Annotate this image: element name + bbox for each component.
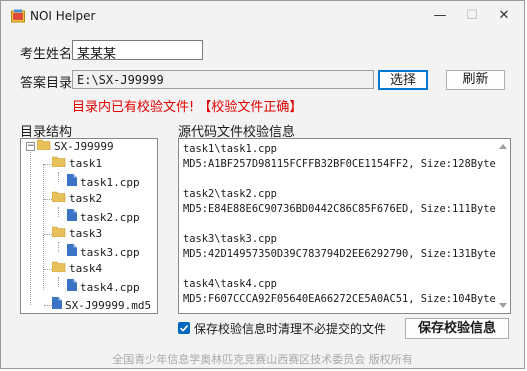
tree-item-label: task3: [69, 227, 103, 240]
cleanup-checkbox-label[interactable]: 保存校验信息时清理不必提交的文件: [194, 320, 386, 337]
window-title: NOI Helper: [30, 9, 96, 23]
tree-item-task4-cpp[interactable]: task4.cpp: [67, 279, 140, 295]
tree-item-label: SX-J99999.md5: [65, 298, 152, 312]
tree-item-task1[interactable]: task1: [51, 156, 103, 172]
checksum-info-text: task1\task1.cpp MD5:A1BF257D98115FCFFB32…: [183, 143, 503, 305]
collapse-toggle[interactable]: −: [26, 142, 35, 151]
tree-guide: [44, 234, 52, 235]
folder-open-icon: [51, 261, 66, 277]
refresh-button[interactable]: 刷新: [446, 70, 505, 90]
tree-item-task3-cpp[interactable]: task3.cpp: [67, 244, 140, 260]
checksum-info-textbox[interactable]: task1\task1.cpp MD5:A1BF257D98115FCFFB32…: [178, 138, 511, 314]
tree-guide: [43, 164, 44, 290]
folder-open-icon: [51, 191, 66, 207]
dir-path-input[interactable]: E:\SX-J99999: [72, 70, 374, 89]
save-checksum-button[interactable]: 保存校验信息: [405, 318, 509, 339]
tree-guide: [30, 152, 31, 305]
dir-label: 答案目录: [20, 76, 73, 91]
status-message: 目录内已有校验文件! 【校验文件正确】: [72, 100, 303, 115]
tree-item-task4[interactable]: task4: [51, 261, 103, 277]
tree-item-task2-cpp[interactable]: task2.cpp: [67, 209, 140, 225]
file-icon: [67, 209, 77, 226]
close-button[interactable]: ✕: [481, 1, 524, 31]
tree-item-md5[interactable]: SX-J99999.md5: [52, 297, 151, 313]
file-icon: [67, 174, 77, 191]
file-icon: [52, 297, 62, 314]
scroll-up-icon[interactable]: [499, 144, 507, 149]
tree-guide: [44, 164, 52, 165]
vertical-scrollbar[interactable]: [496, 139, 510, 313]
tree-item-label: task4.cpp: [80, 280, 140, 294]
folder-open-icon: [51, 226, 66, 242]
app-icon: [11, 9, 25, 23]
tree-guide: [58, 172, 59, 182]
title-bar: NOI Helper — ☐ ✕: [1, 1, 524, 31]
directory-tree[interactable]: − SX-J99999 task1 task1.cpp task2 task2.…: [20, 138, 158, 314]
tree-item-label: task4: [69, 262, 103, 275]
tree-guide: [44, 199, 52, 200]
tree-guide: [58, 242, 59, 252]
tree-item-label: task2: [69, 192, 103, 205]
tree-guide: [58, 277, 59, 287]
file-icon: [67, 244, 77, 261]
tree-item-label: task3.cpp: [80, 245, 140, 259]
folder-open-icon: [51, 156, 66, 172]
tree-root[interactable]: SX-J99999: [36, 139, 114, 155]
tree-item-label: task2.cpp: [80, 210, 140, 224]
checkmark-icon: [179, 325, 189, 332]
tree-item-label: task1: [69, 157, 103, 170]
cleanup-checkbox[interactable]: [178, 322, 190, 334]
tree-item-task3[interactable]: task3: [51, 226, 103, 242]
tree-item-label: task1.cpp: [80, 175, 140, 189]
folder-open-icon: [36, 139, 51, 155]
tree-guide: [44, 305, 52, 306]
tree-item-task2[interactable]: task2: [51, 191, 103, 207]
scroll-down-icon[interactable]: [499, 303, 507, 308]
tree-item-task1-cpp[interactable]: task1.cpp: [67, 174, 140, 190]
tree-guide: [44, 269, 52, 270]
tree-root-label: SX-J99999: [54, 140, 114, 153]
name-input[interactable]: 某某某: [72, 40, 203, 60]
select-button[interactable]: 选择: [378, 70, 428, 90]
app-window: NOI Helper — ☐ ✕ 考生姓名 某某某 答案目录 E:\SX-J99…: [0, 0, 525, 369]
name-label: 考生姓名: [20, 47, 73, 62]
tree-guide: [58, 207, 59, 217]
file-icon: [67, 279, 77, 296]
copyright-text: 全国青少年信息学奥林匹克竞赛山西赛区技术委员会 版权所有: [112, 353, 413, 366]
